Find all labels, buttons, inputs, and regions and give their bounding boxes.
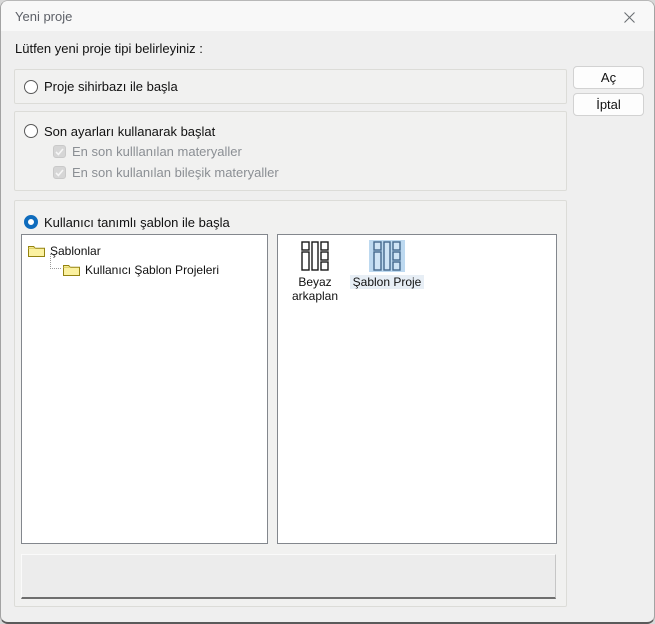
radio-label: Kullanıcı tanımlı şablon ile başla bbox=[44, 214, 230, 230]
template-item-beyaz-arkaplan[interactable]: Beyaz arkaplan bbox=[286, 240, 344, 303]
template-label: Beyaz arkaplan bbox=[291, 275, 339, 303]
radio-option-last-settings[interactable]: Son ayarları kullanarak başlat bbox=[24, 121, 566, 141]
checkbox-last-composites: En son kullanılan bileşik materyaller bbox=[53, 162, 566, 183]
close-icon bbox=[623, 11, 635, 23]
cancel-button[interactable]: İptal bbox=[573, 93, 644, 116]
radio-icon[interactable] bbox=[24, 124, 38, 138]
panel-layout-icon bbox=[301, 241, 329, 271]
close-button[interactable] bbox=[614, 5, 644, 29]
template-icon-wrap bbox=[297, 240, 333, 272]
radio-option-wizard[interactable]: Proje sihirbazı ile başla bbox=[24, 77, 178, 97]
folder-icon bbox=[28, 246, 45, 257]
template-list-panel[interactable]: Beyaz arkaplan Şablon Proje bbox=[277, 234, 557, 544]
folder-icon bbox=[63, 265, 80, 276]
title-bar[interactable]: Yeni proje bbox=[1, 1, 654, 31]
checkbox-label: En son kullanılan bileşik materyaller bbox=[72, 165, 279, 180]
open-button[interactable]: Aç bbox=[573, 66, 644, 89]
folder-tree: Şablonlar Kullanıcı Şablon Projeleri bbox=[22, 235, 267, 279]
tree-item-label: Kullanıcı Şablon Projeleri bbox=[85, 262, 220, 277]
radio-label: Proje sihirbazı ile başla bbox=[44, 79, 178, 94]
tree-item-root[interactable]: Şablonlar bbox=[28, 241, 263, 260]
check-icon bbox=[55, 168, 64, 177]
tree-item-child[interactable]: Kullanıcı Şablon Projeleri bbox=[50, 254, 263, 279]
checkbox-label: En son kulllanılan materyaller bbox=[72, 144, 242, 159]
template-icon-wrap-selected bbox=[369, 240, 405, 272]
radio-label: Son ayarları kullanarak başlat bbox=[44, 123, 216, 139]
checkbox-icon bbox=[53, 145, 66, 158]
template-item-sablon-proje[interactable]: Şablon Proje bbox=[346, 240, 428, 289]
window-title: Yeni proje bbox=[15, 8, 73, 24]
new-project-dialog: Yeni proje Lütfen yeni proje tipi belirl… bbox=[0, 0, 655, 624]
radio-icon[interactable] bbox=[24, 79, 38, 94]
check-icon bbox=[55, 147, 64, 156]
radio-option-user-template[interactable]: Kullanıcı tanımlı şablon ile başla bbox=[15, 212, 566, 232]
group-wizard: Proje sihirbazı ile başla bbox=[14, 69, 567, 104]
checkbox-icon bbox=[53, 166, 66, 179]
group-user-template: Kullanıcı tanımlı şablon ile başla Şablo… bbox=[14, 200, 567, 607]
checkbox-last-materials: En son kulllanılan materyaller bbox=[53, 141, 566, 162]
tree-connector bbox=[50, 254, 61, 269]
description-box bbox=[21, 554, 556, 599]
group-last-settings: Son ayarları kullanarak başlat En son ku… bbox=[14, 111, 567, 191]
panel-layout-icon bbox=[373, 241, 401, 271]
template-label-selected: Şablon Proje bbox=[349, 275, 425, 289]
template-tree-panel[interactable]: Şablonlar Kullanıcı Şablon Projeleri bbox=[21, 234, 268, 544]
prompt-label: Lütfen yeni proje tipi belirleyiniz : bbox=[15, 41, 203, 56]
radio-icon-selected[interactable] bbox=[24, 215, 38, 229]
